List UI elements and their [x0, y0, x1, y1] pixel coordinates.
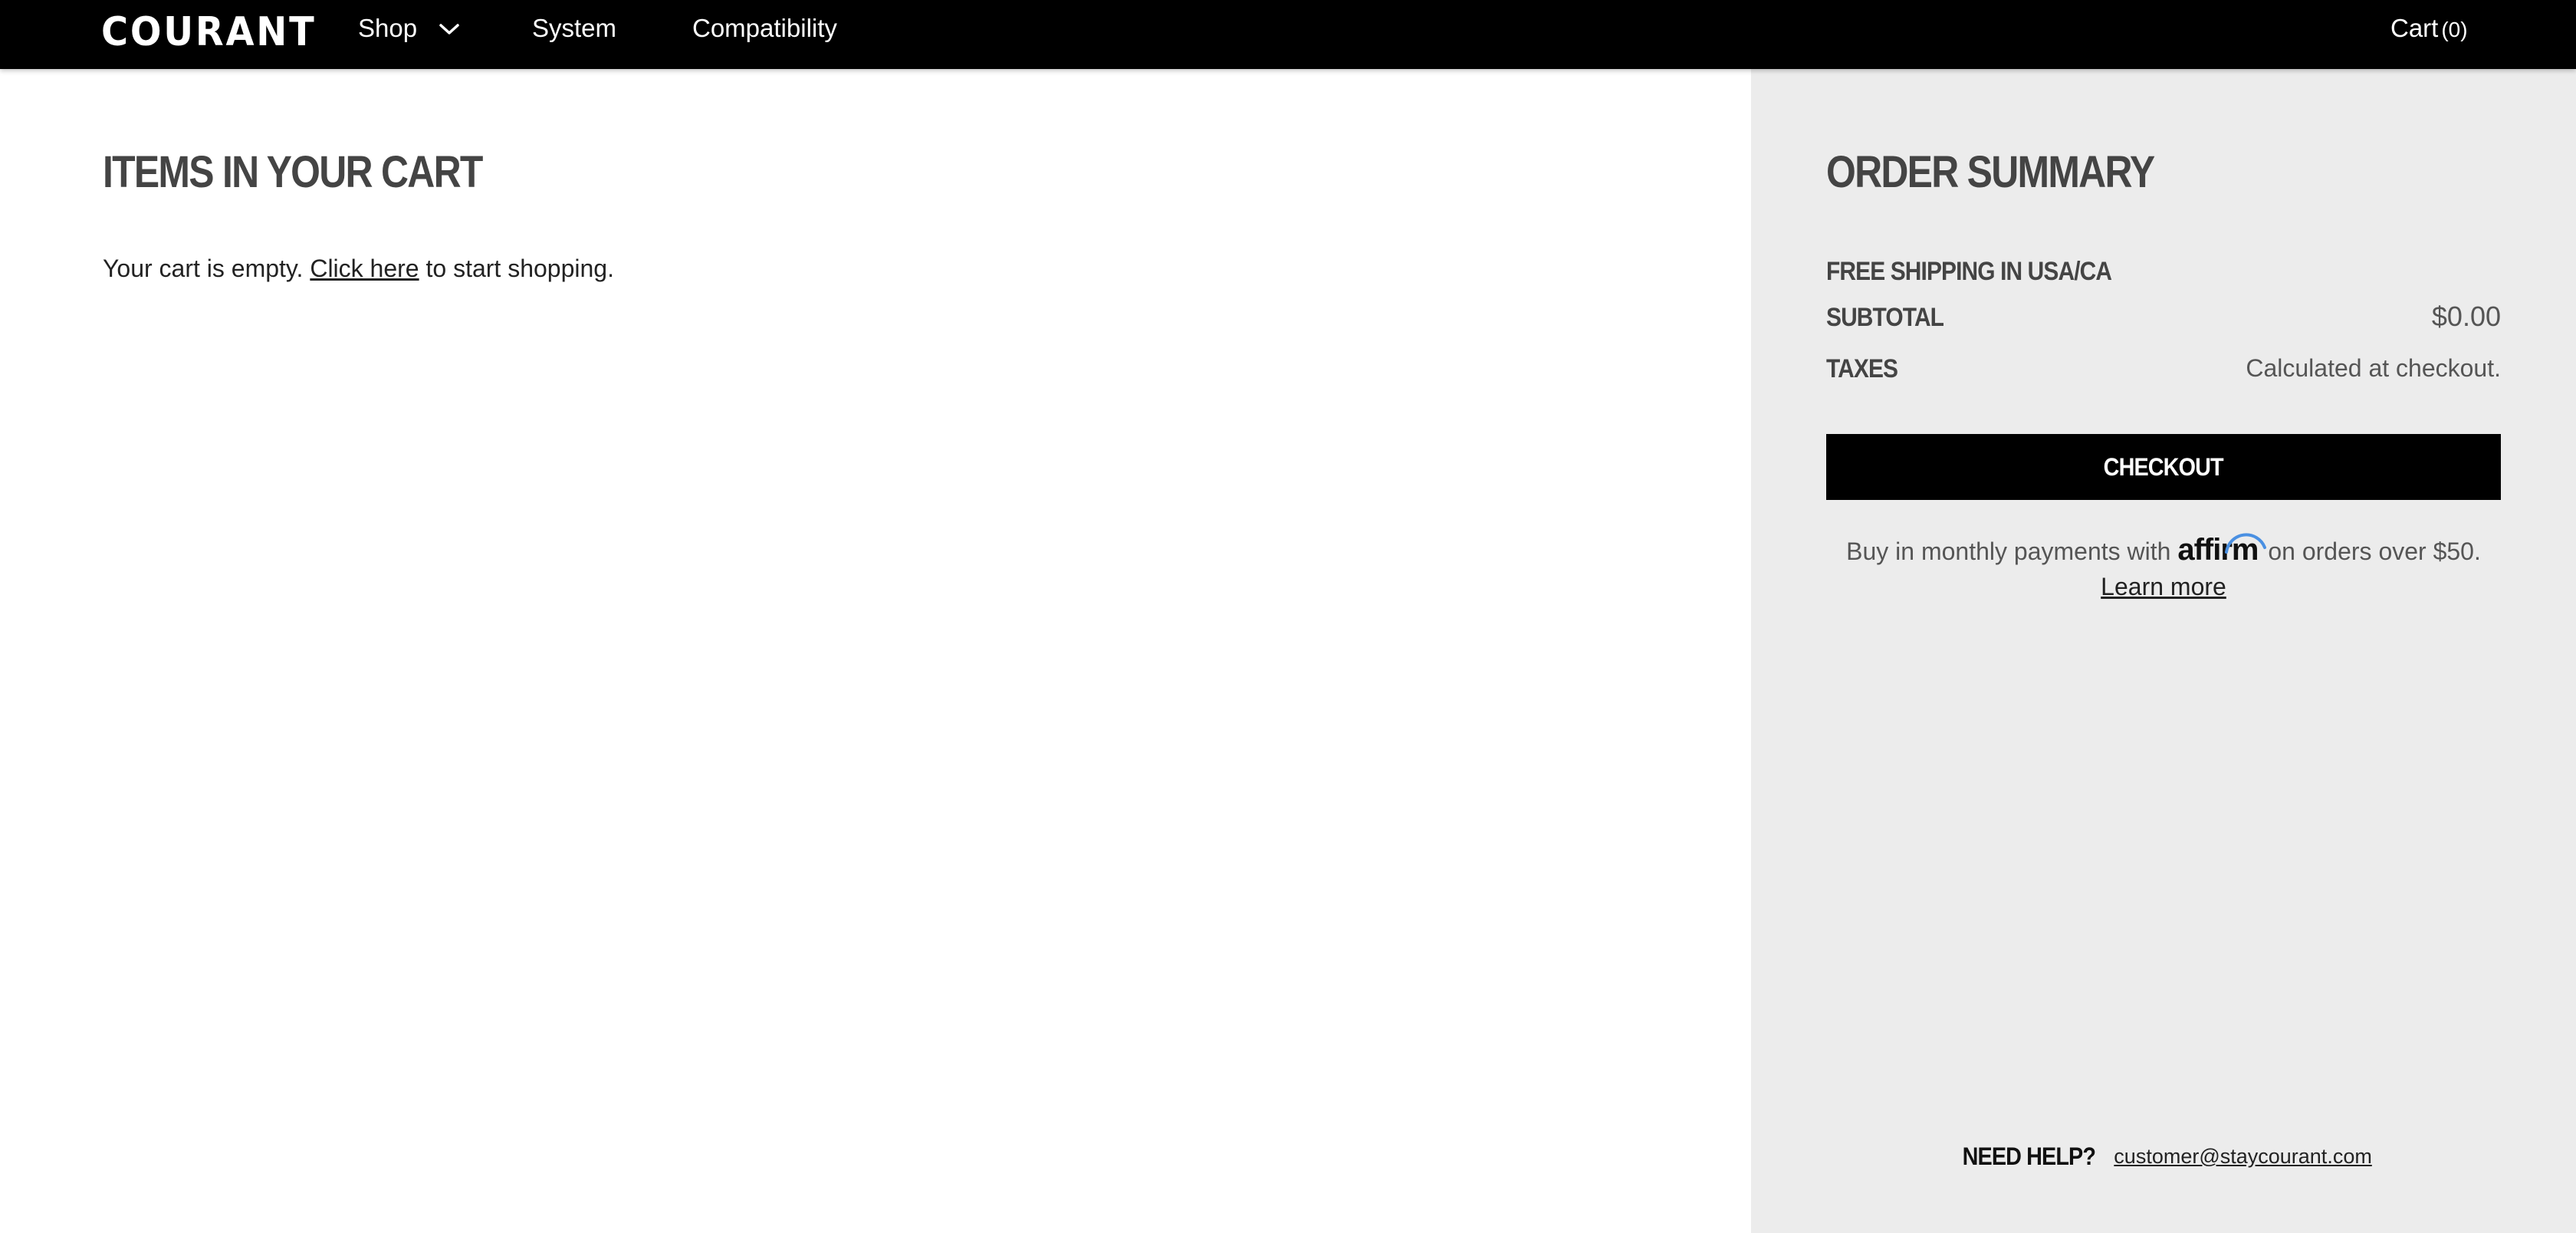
free-shipping-label: FREE SHIPPING IN USA/CA	[1826, 257, 2112, 286]
cart-label: Cart	[2390, 14, 2439, 42]
affirm-promo: Buy in monthly payments with affirm on o…	[1826, 532, 2501, 604]
order-summary-panel: ORDER SUMMARY FREE SHIPPING IN USA/CA SU…	[1751, 69, 2576, 1233]
courant-logo[interactable]: COURANT	[101, 11, 316, 54]
top-navigation-bar: COURANT Shop System Compatibility Cart (0…	[0, 0, 2576, 69]
order-summary-heading: ORDER SUMMARY	[1826, 147, 2155, 197]
cart-panel: ITEMS IN YOUR CART Your cart is empty. C…	[0, 69, 1751, 1233]
support-email-link[interactable]: customer@staycourant.com	[2114, 1145, 2372, 1169]
learn-more-link[interactable]: Learn more	[2101, 573, 2226, 600]
affirm-arc-icon	[2225, 533, 2267, 554]
nav-system[interactable]: System	[532, 12, 616, 44]
chevron-down-icon[interactable]	[437, 20, 462, 38]
cart-link[interactable]: Cart (0)	[2390, 12, 2468, 46]
need-help-label: NEED HELP?	[1962, 1143, 2096, 1170]
cart-heading: ITEMS IN YOUR CART	[103, 147, 483, 197]
cart-count: (0)	[2441, 18, 2468, 41]
click-here-link[interactable]: Click here	[310, 255, 419, 282]
taxes-label: TAXES	[1826, 354, 1898, 383]
affirm-suffix: on orders over $50.	[2268, 538, 2481, 565]
nav-shop[interactable]: Shop	[358, 12, 417, 44]
subtotal-label: SUBTOTAL	[1826, 303, 1944, 332]
checkout-button-label: CHECKOUT	[2103, 452, 2224, 481]
need-help: NEED HELP? customer@staycourant.com	[1751, 1143, 2576, 1171]
nav-compatibility[interactable]: Compatibility	[692, 12, 837, 44]
empty-cart-message: Your cart is empty. Click here to start …	[103, 253, 614, 284]
empty-cart-suffix: to start shopping.	[426, 255, 614, 282]
subtotal-value: $0.00	[2431, 301, 2501, 332]
affirm-logo: affirm	[2177, 532, 2267, 567]
taxes-value: Calculated at checkout.	[2246, 354, 2501, 382]
checkout-button[interactable]: CHECKOUT	[1826, 434, 2501, 500]
empty-cart-prefix: Your cart is empty.	[103, 255, 304, 282]
affirm-prefix: Buy in monthly payments with	[1846, 538, 2171, 565]
